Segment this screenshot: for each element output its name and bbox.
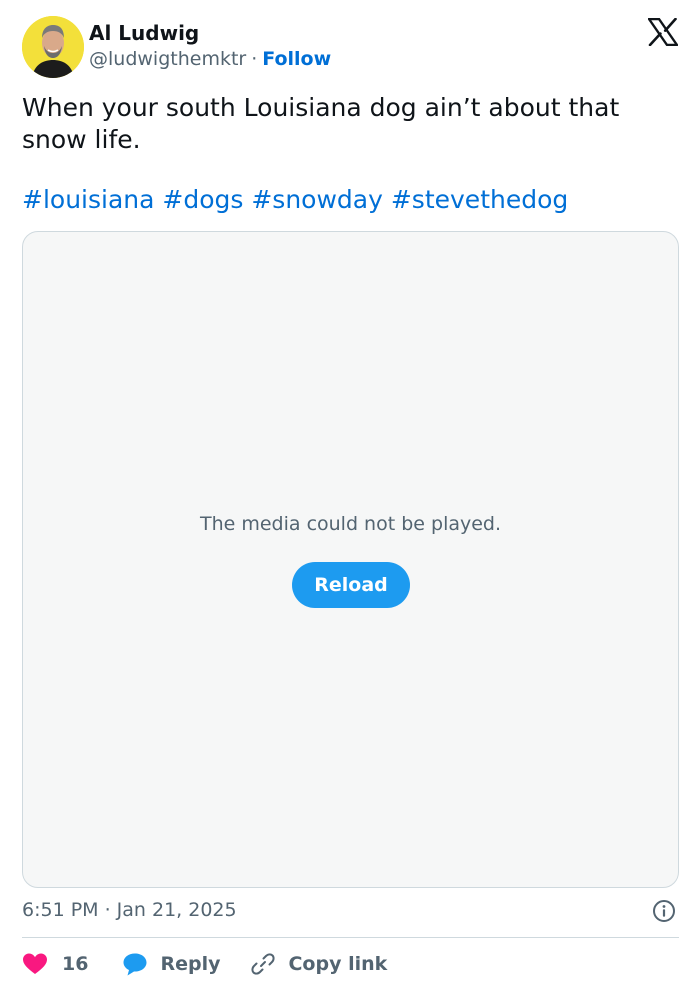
media-container: The media could not be played. Reload — [22, 231, 679, 888]
hashtag-louisiana[interactable]: #louisiana — [22, 185, 154, 214]
heart-icon — [23, 953, 47, 974]
speech-bubble-icon — [123, 953, 147, 976]
author-name[interactable]: Al Ludwig — [89, 21, 199, 45]
hashtag-dogs[interactable]: #dogs — [162, 185, 243, 214]
tweet-text: When your south Louisiana dog ain’t abou… — [22, 93, 620, 154]
reply-label: Reply — [160, 953, 221, 975]
separator-dot: · — [251, 48, 258, 70]
reply-button[interactable]: Reply — [122, 952, 220, 976]
author-handle-row: @ludwigthemktr · Follow — [89, 48, 331, 70]
copy-link-label: Copy link — [288, 953, 388, 975]
like-button[interactable]: 16 — [22, 952, 88, 976]
hashtag-stevethedog[interactable]: #stevethedog — [391, 185, 568, 214]
avatar-image — [22, 16, 84, 78]
action-bar: 16 Reply Copy link — [22, 947, 387, 981]
like-count: 16 — [62, 953, 89, 975]
tweet-timestamp[interactable]: 6:51 PM · Jan 21, 2025 — [22, 899, 237, 921]
follow-link[interactable]: Follow — [262, 48, 331, 70]
x-logo-icon[interactable] — [648, 18, 678, 46]
hashtag-list: #louisiana #dogs #snowday #stevethedog — [22, 184, 568, 216]
link-icon — [251, 953, 276, 975]
reload-button[interactable]: Reload — [292, 562, 410, 608]
copy-link-button[interactable]: Copy link — [250, 952, 387, 976]
divider — [22, 937, 679, 938]
hashtag-snowday[interactable]: #snowday — [251, 185, 383, 214]
media-error-message: The media could not be played. — [199, 513, 502, 535]
tweet-embed-card: Al Ludwig @ludwigthemktr · Follow When you… — [0, 0, 700, 990]
avatar[interactable] — [22, 16, 84, 78]
info-icon[interactable] — [652, 899, 676, 923]
author-handle[interactable]: @ludwigthemktr — [89, 48, 246, 70]
